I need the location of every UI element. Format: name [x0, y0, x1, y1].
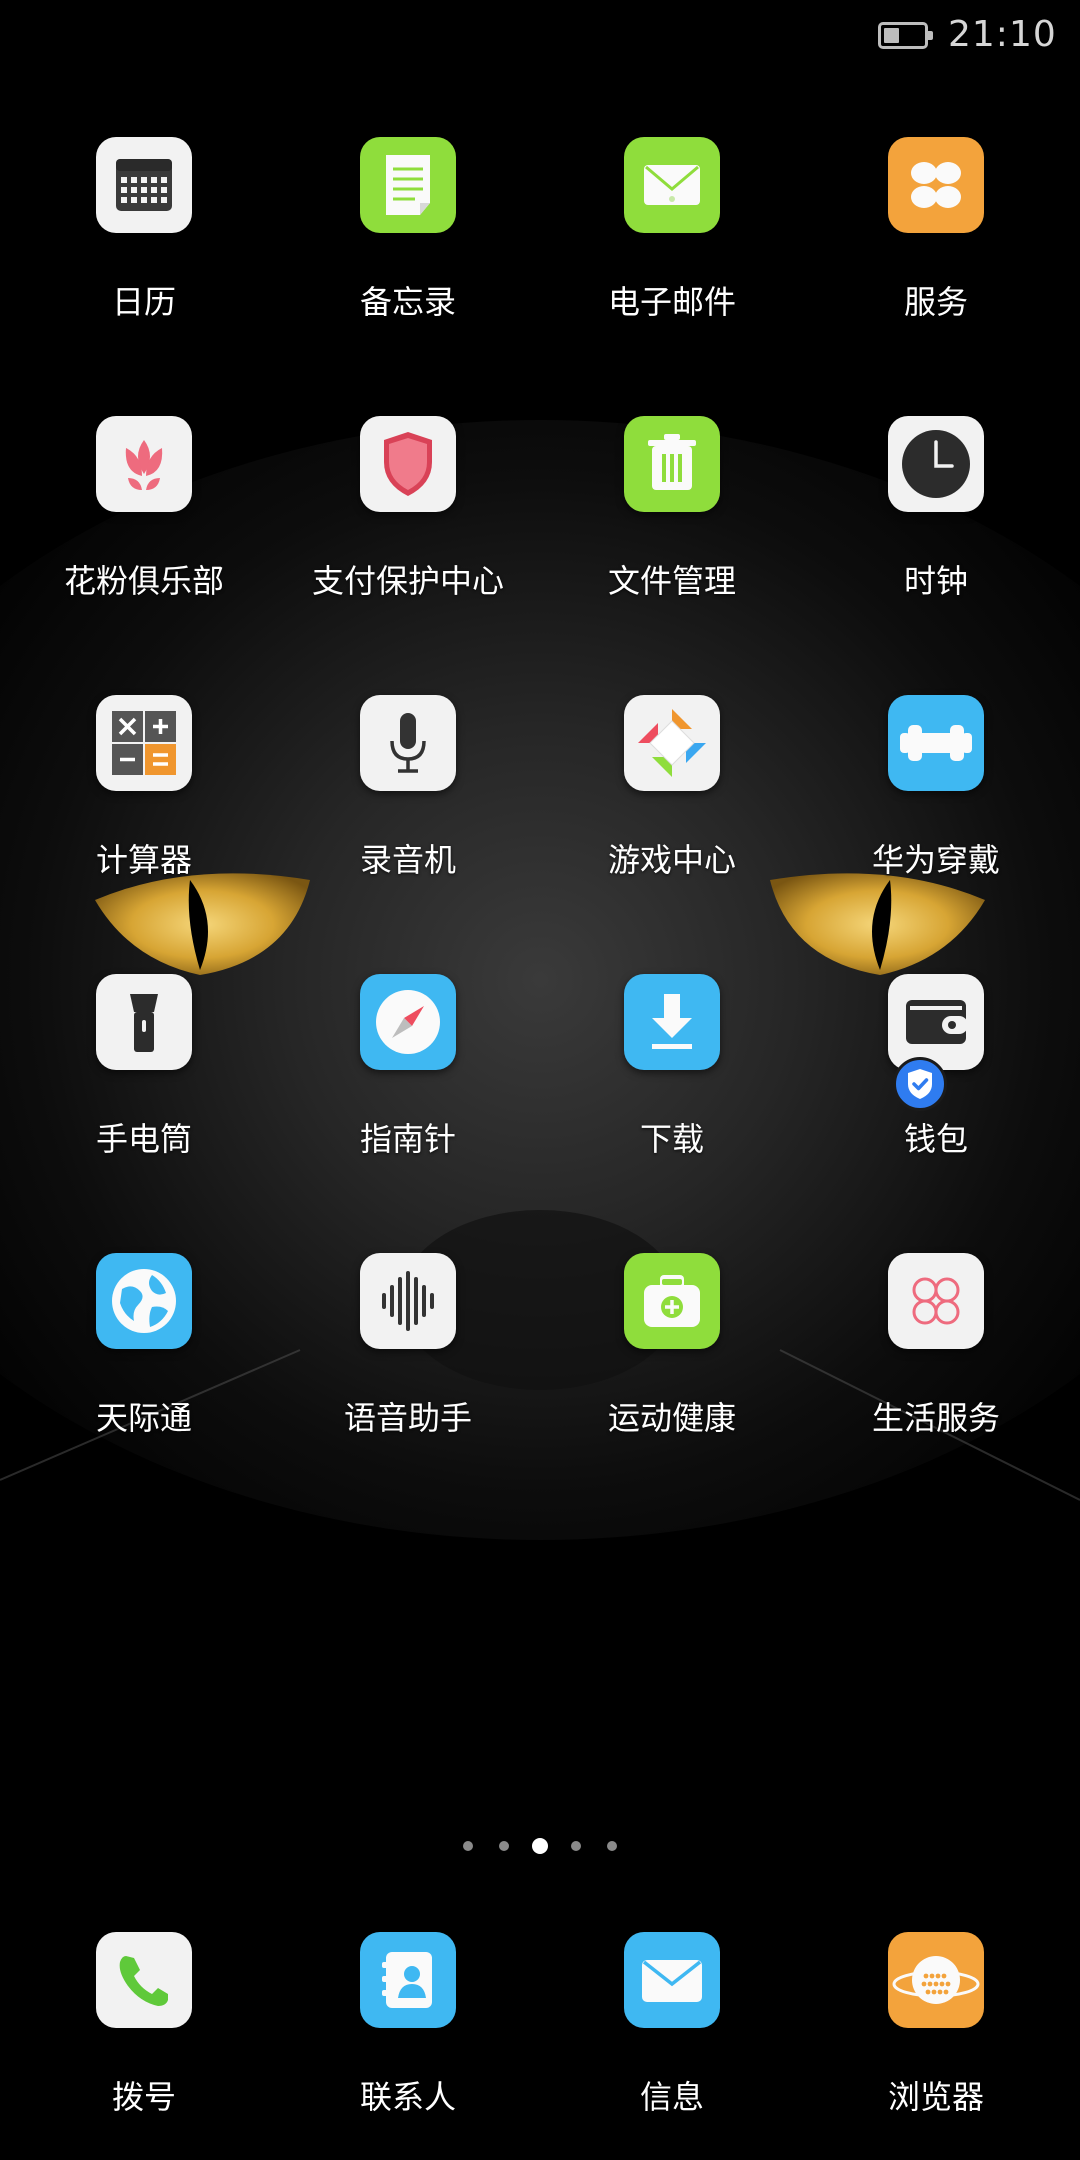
app-label: 下载 [639, 1120, 704, 1158]
app-label: 电子邮件 [607, 283, 736, 321]
app-label: 天际通 [95, 1399, 192, 1437]
grid-app-voice-assistant[interactable]: 语音助手 [276, 1253, 540, 1473]
calculator-icon [96, 695, 192, 791]
grid-app-game-center[interactable]: 游戏中心 [540, 695, 804, 915]
grid-app-notes[interactable]: 备忘录 [276, 137, 540, 357]
page-dot[interactable] [571, 1841, 581, 1851]
app-label: 生活服务 [871, 1399, 1000, 1437]
grid-app-microphone[interactable]: 录音机 [276, 695, 540, 915]
app-label: 录音机 [359, 841, 456, 879]
grid-app-payment-shield[interactable]: 支付保护中心 [276, 416, 540, 636]
page-dot[interactable] [499, 1841, 509, 1851]
app-label: 华为穿戴 [871, 841, 1000, 879]
grid-app-email[interactable]: 电子邮件 [540, 137, 804, 357]
dock-app-messages[interactable]: 信息 [540, 1932, 804, 2152]
grid-app-services[interactable]: 服务 [804, 137, 1068, 357]
payment-shield-icon [360, 416, 456, 512]
grid-app-compass[interactable]: 指南针 [276, 974, 540, 1194]
app-label: 文件管理 [607, 562, 736, 600]
game-center-icon [624, 695, 720, 791]
messages-icon [624, 1932, 720, 2028]
grid-app-life-services[interactable]: 生活服务 [804, 1253, 1068, 1473]
status-time: 21:10 [948, 14, 1057, 55]
app-label: 语音助手 [343, 1399, 472, 1437]
grid-app-calendar[interactable]: 日历 [12, 137, 276, 357]
page-dot-active[interactable] [532, 1838, 548, 1854]
grid-app-clock[interactable]: 时钟 [804, 416, 1068, 636]
grid-app-flashlight[interactable]: 手电筒 [12, 974, 276, 1194]
dock-app-phone[interactable]: 拨号 [12, 1932, 276, 2152]
battery-icon [878, 22, 933, 49]
grid-app-health[interactable]: 运动健康 [540, 1253, 804, 1473]
voice-assistant-icon [360, 1253, 456, 1349]
battery-tip [928, 31, 933, 40]
grid-app-huafen-club[interactable]: 花粉俱乐部 [12, 416, 276, 636]
compass-icon [360, 974, 456, 1070]
huafen-club-icon [96, 416, 192, 512]
home-screen: 21:10 日历 备忘录 电子邮件 服务花粉俱乐部 支付保护中心 文件管理 时钟计算器 录音机… [0, 0, 1080, 2160]
life-services-icon [888, 1253, 984, 1349]
app-label: 花粉俱乐部 [63, 562, 224, 600]
status-bar: 21:10 [0, 0, 1080, 72]
huawei-wear-icon [888, 695, 984, 791]
app-label: 手电筒 [95, 1120, 192, 1158]
dock-app-browser[interactable]: 浏览器 [804, 1932, 1068, 2152]
app-label: 支付保护中心 [311, 562, 504, 600]
app-label: 联系人 [359, 2078, 456, 2116]
wallet-icon [888, 974, 984, 1070]
app-label: 备忘录 [359, 283, 456, 321]
app-label: 运动健康 [607, 1399, 736, 1437]
battery-level-fill [884, 28, 900, 43]
grid-app-globe[interactable]: 天际通 [12, 1253, 276, 1473]
grid-app-huawei-wear[interactable]: 华为穿戴 [804, 695, 1068, 915]
app-label: 服务 [903, 283, 968, 321]
app-label: 浏览器 [887, 2078, 984, 2116]
app-label: 钱包 [903, 1120, 968, 1158]
page-dot[interactable] [607, 1841, 617, 1851]
microphone-icon [360, 695, 456, 791]
dock-app-contacts[interactable]: 联系人 [276, 1932, 540, 2152]
grid-app-download[interactable]: 下载 [540, 974, 804, 1194]
phone-icon [96, 1932, 192, 2028]
browser-icon [888, 1932, 984, 2028]
wallet-security-badge [893, 1057, 947, 1111]
services-icon [888, 137, 984, 233]
download-icon [624, 974, 720, 1070]
app-label: 日历 [111, 283, 176, 321]
flashlight-icon [96, 974, 192, 1070]
app-label: 时钟 [903, 562, 968, 600]
grid-app-calculator[interactable]: 计算器 [12, 695, 276, 915]
grid-app-file-manager[interactable]: 文件管理 [540, 416, 804, 636]
globe-icon [96, 1253, 192, 1349]
app-label: 游戏中心 [607, 841, 736, 879]
file-manager-icon [624, 416, 720, 512]
clock-icon [888, 416, 984, 512]
notes-icon [360, 137, 456, 233]
page-indicator[interactable] [0, 1836, 1080, 1856]
app-label: 信息 [639, 2078, 704, 2116]
app-label: 计算器 [95, 841, 192, 879]
health-icon [624, 1253, 720, 1349]
calendar-icon [96, 137, 192, 233]
app-label: 拨号 [111, 2078, 176, 2116]
email-icon [624, 137, 720, 233]
page-dot-hint[interactable] [463, 1841, 473, 1851]
app-label: 指南针 [359, 1120, 456, 1158]
contacts-icon [360, 1932, 456, 2028]
shield-check-icon [908, 1069, 932, 1099]
